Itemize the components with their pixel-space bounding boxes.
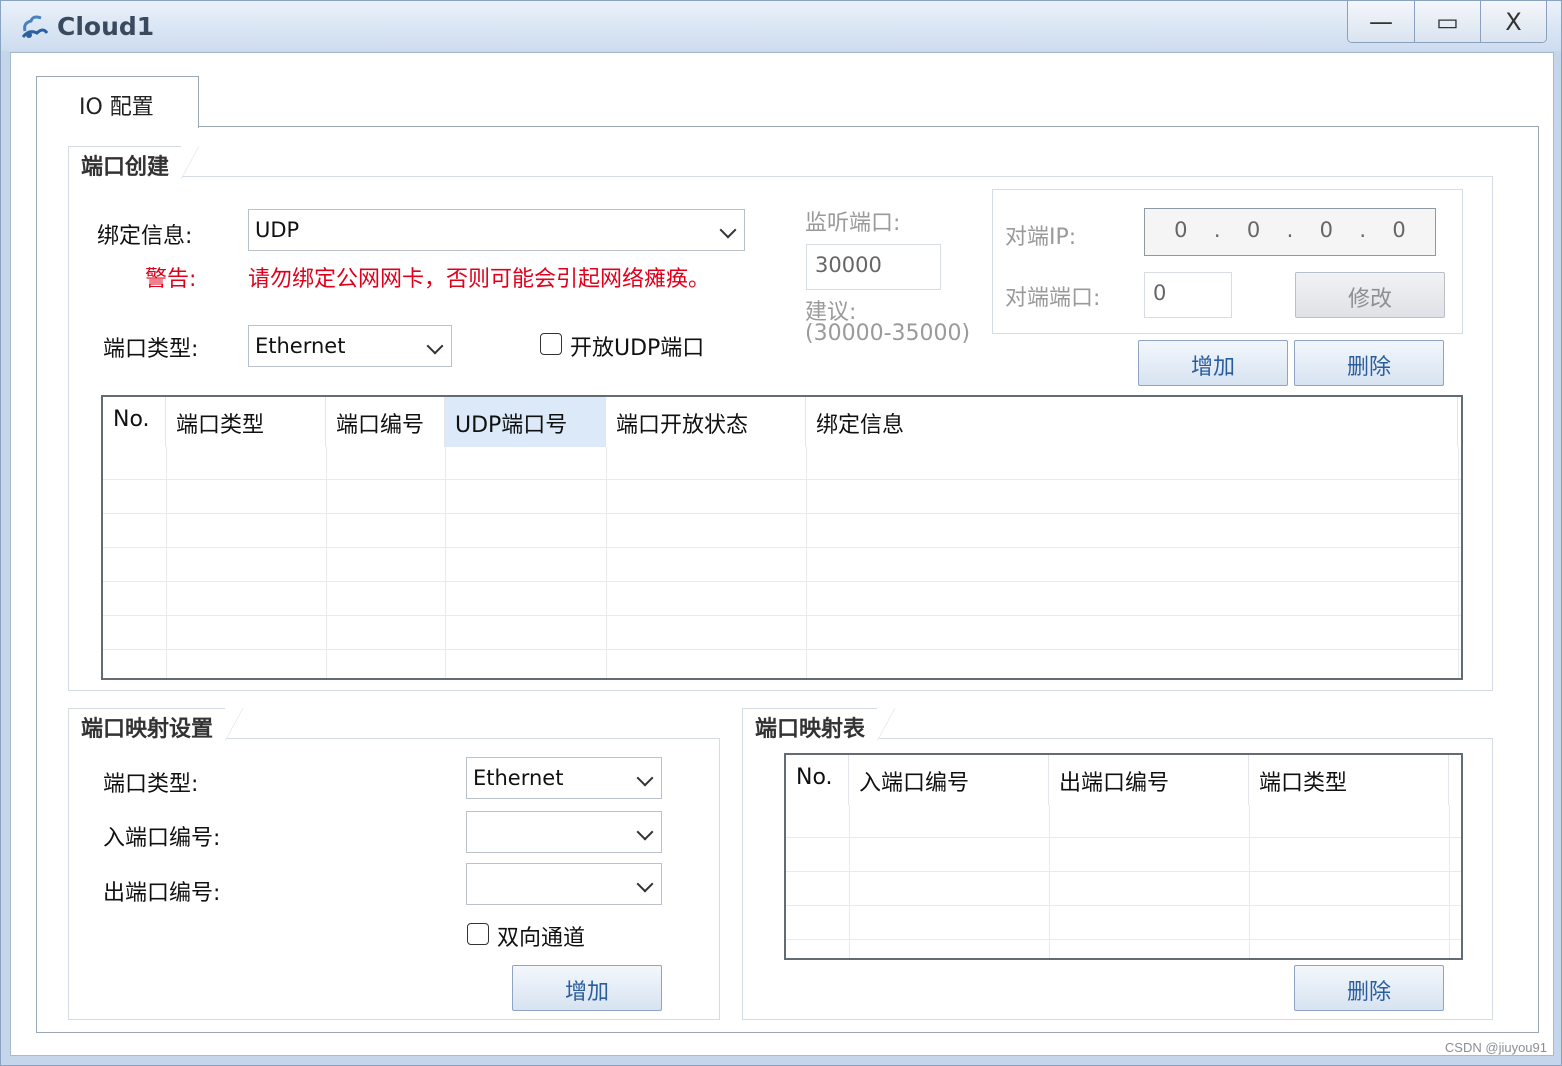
peer-settings-frame: 对端IP: 0. 0. 0. 0 对端端口: 0 修改 [992,189,1463,334]
grid-line [786,905,1461,906]
peer-ip-octet-3: 0 [1319,218,1334,242]
minimize-button[interactable]: — [1348,1,1414,42]
tab-io-config[interactable]: IO 配置 [36,76,199,128]
cloud1-window: Cloud1 — ▭ X IO 配置 端口创建 绑定信息: UDP 警告: 请勿… [0,0,1562,1066]
in-port-label: 入端口编号: [103,826,221,851]
io-config-pane: 端口创建 绑定信息: UDP 警告: 请勿绑定公网网卡，否则可能会引起网络瘫痪。… [36,126,1539,1033]
listen-port-value: 30000 [815,253,882,277]
grid-line [103,513,1461,514]
mapping-port-type-label: 端口类型: [103,772,199,797]
bind-info-select[interactable]: UDP [248,209,745,251]
peer-port-label: 对端端口: [1005,286,1101,311]
warning-text: 请勿绑定公网网卡，否则可能会引起网络瘫痪。 [248,267,711,292]
grid-line [103,479,1461,480]
window-client-area: IO 配置 端口创建 绑定信息: UDP 警告: 请勿绑定公网网卡，否则可能会引… [10,52,1554,1056]
grid-line [103,547,1461,548]
grid-line [606,447,607,678]
grid-line [326,447,327,678]
mapping-port-type-value: Ethernet [473,766,564,790]
bidirectional-label: 双向通道 [497,926,586,951]
window-title: Cloud1 [57,12,155,41]
col-header-port-type[interactable]: 端口类型 [1249,755,1449,805]
col-header-port-type[interactable]: 端口类型 [166,397,326,447]
grid-line [1458,447,1459,678]
grid-line [786,837,1461,838]
suggest-range: (30000-35000) [805,321,971,346]
window-controls: — ▭ X [1347,1,1547,43]
close-button[interactable]: X [1480,1,1546,42]
bidirectional-checkbox[interactable] [467,923,489,945]
col-header-no[interactable]: No. [103,397,166,447]
peer-ip-octet-2: 0 [1246,218,1261,242]
minimize-icon: — [1369,8,1393,36]
mapping-table-group: 端口映射表 No. 入端口编号 出端口编号 端口类型 删除 [742,708,1493,1020]
open-udp-label: 开放UDP端口 [570,336,705,361]
grid-line [103,581,1461,582]
mapping-port-type-select[interactable]: Ethernet [466,757,662,799]
in-port-select[interactable] [466,811,662,853]
col-header-udp-port[interactable]: UDP端口号 [445,397,606,447]
peer-ip-label: 对端IP: [1005,225,1077,250]
chevron-down-icon [426,337,444,355]
grid-line [786,939,1461,940]
warning-label: 警告: [145,267,197,292]
grid-line [1049,805,1050,958]
mapping-table-title: 端口映射表 [742,708,896,742]
grid-line [103,615,1461,616]
col-header-in-port[interactable]: 入端口编号 [849,755,1049,805]
mapping-table[interactable]: No. 入端口编号 出端口编号 端口类型 [784,753,1463,960]
maximize-icon: ▭ [1436,8,1459,36]
bind-info-label: 绑定信息: [97,224,193,249]
modify-button[interactable]: 修改 [1295,272,1445,318]
port-add-button[interactable]: 增加 [1138,340,1288,386]
col-header-no[interactable]: No. [786,755,849,805]
chevron-down-icon [636,875,654,893]
peer-ip-input[interactable]: 0. 0. 0. 0 [1144,208,1436,256]
col-header-port-number[interactable]: 端口编号 [326,397,445,447]
chevron-down-icon [636,769,654,787]
peer-ip-octet-4: 0 [1392,218,1406,242]
grid-line [445,447,446,678]
grid-line [103,649,1461,650]
grid-line [786,871,1461,872]
cloud-app-icon [21,15,49,38]
watermark: CSDN @jiuyou91 [1444,1040,1547,1055]
bind-info-value: UDP [255,218,300,242]
mapping-delete-button[interactable]: 删除 [1294,965,1444,1011]
open-udp-checkbox[interactable] [540,333,562,355]
port-create-group: 端口创建 绑定信息: UDP 警告: 请勿绑定公网网卡，否则可能会引起网络瘫痪。… [68,146,1493,691]
peer-port-value: 0 [1153,281,1167,305]
port-table[interactable]: No. 端口类型 端口编号 UDP端口号 端口开放状态 绑定信息 [101,395,1463,680]
grid-line [166,447,167,678]
port-create-title: 端口创建 [68,146,200,180]
listen-port-input[interactable]: 30000 [806,244,941,290]
grid-line [1249,805,1250,958]
peer-port-input[interactable]: 0 [1144,272,1232,318]
chevron-down-icon [636,823,654,841]
grid-line [806,447,807,678]
col-header-bind-info[interactable]: 绑定信息 [806,397,1458,447]
grid-line [1449,805,1450,958]
port-table-header: No. 端口类型 端口编号 UDP端口号 端口开放状态 绑定信息 [103,397,1458,447]
maximize-button[interactable]: ▭ [1414,1,1480,42]
title-bar[interactable]: Cloud1 — ▭ X [1,1,1561,51]
port-type-select[interactable]: Ethernet [248,325,452,367]
port-type-label: 端口类型: [103,337,199,362]
port-mapping-title: 端口映射设置 [68,708,244,742]
port-mapping-group: 端口映射设置 端口类型: Ethernet 入端口编号: 出端口编号: 双向通道… [68,708,720,1020]
close-icon: X [1505,8,1522,36]
port-type-value: Ethernet [255,334,346,358]
listen-port-label: 监听端口: [805,211,901,236]
col-header-out-port[interactable]: 出端口编号 [1049,755,1249,805]
grid-line [849,805,850,958]
chevron-down-icon [719,221,737,239]
out-port-select[interactable] [466,863,662,905]
peer-ip-octet-1: 0 [1174,218,1188,242]
out-port-label: 出端口编号: [103,881,221,906]
port-delete-button[interactable]: 删除 [1294,340,1444,386]
mapping-table-header: No. 入端口编号 出端口编号 端口类型 [786,755,1449,805]
col-header-open-state[interactable]: 端口开放状态 [606,397,806,447]
mapping-add-button[interactable]: 增加 [512,965,662,1011]
